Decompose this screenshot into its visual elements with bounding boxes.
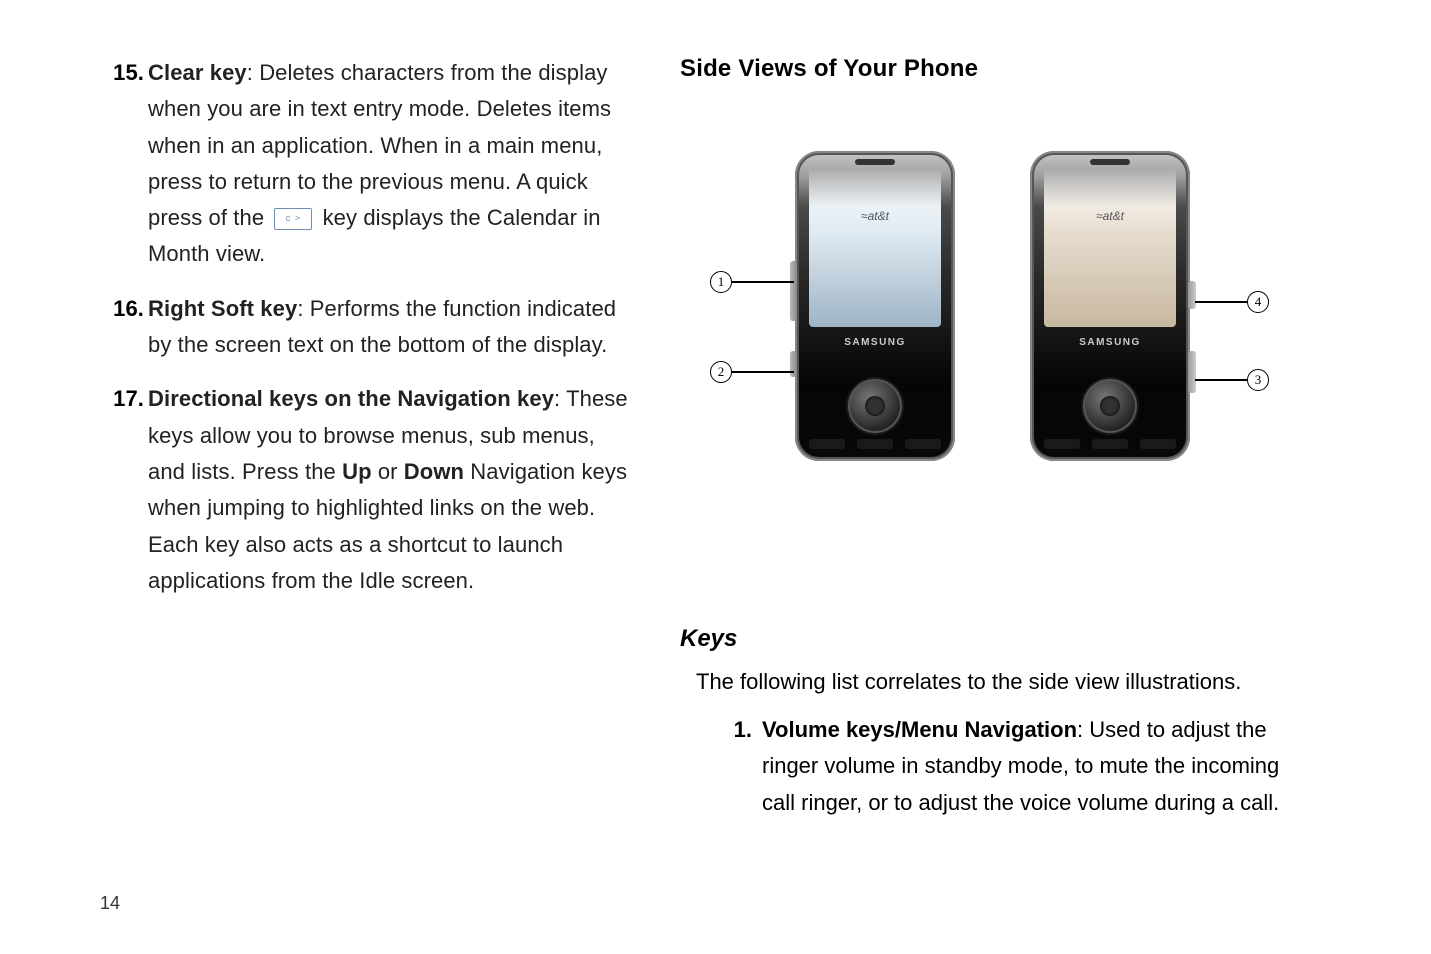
key-row (1044, 439, 1176, 449)
item-title: Right Soft key (148, 296, 297, 321)
list-number: 1. (712, 712, 762, 821)
callout-1: 1 (710, 271, 794, 293)
list-body: Right Soft key: Performs the function in… (148, 291, 630, 364)
right-column: Side Views of Your Phone at&t SAMSUNG at… (680, 55, 1310, 821)
item-title: Directional keys on the Navigation key (148, 386, 554, 411)
callout-4: 4 (1195, 291, 1269, 313)
keys-item-1: 1. Volume keys/Menu Navigation: Used to … (712, 712, 1310, 821)
sub-heading-keys: Keys (680, 625, 1310, 653)
section-heading: Side Views of Your Phone (680, 55, 1310, 83)
list-item-16: 16. Right Soft key: Performs the functio… (100, 291, 630, 364)
callout-number: 4 (1247, 291, 1269, 313)
item-bold-a: Up (342, 459, 372, 484)
phone-left: at&t SAMSUNG (795, 151, 955, 461)
left-column: 15. Clear key: Deletes characters from t… (100, 55, 630, 617)
phone-screen: at&t (1044, 169, 1176, 327)
list-number: 16. (100, 291, 148, 364)
page: 15. Clear key: Deletes characters from t… (0, 0, 1431, 954)
callout-number: 3 (1247, 369, 1269, 391)
item-title: Volume keys/Menu Navigation (762, 717, 1077, 742)
key-row (809, 439, 941, 449)
nav-wheel-icon (1083, 379, 1137, 433)
list-body: Volume keys/Menu Navigation: Used to adj… (762, 712, 1310, 821)
item-bold-b: Down (404, 459, 464, 484)
item-text-b: or (372, 459, 404, 484)
intro-text: The following list correlates to the sid… (696, 665, 1310, 698)
list-body: Clear key: Deletes characters from the d… (148, 55, 630, 273)
list-item-15: 15. Clear key: Deletes characters from t… (100, 55, 630, 273)
spacer (680, 551, 1310, 621)
page-number: 14 (100, 893, 120, 914)
callout-number: 2 (710, 361, 732, 383)
nav-wheel-icon (848, 379, 902, 433)
callout-3: 3 (1195, 369, 1269, 391)
clear-key-icon (274, 208, 312, 230)
callout-2: 2 (710, 361, 794, 383)
phone-illustration: at&t SAMSUNG at&t SAMSUNG (710, 111, 1270, 531)
callout-number: 1 (710, 271, 732, 293)
phone-right: at&t SAMSUNG (1030, 151, 1190, 461)
carrier-logo: at&t (1044, 209, 1176, 223)
list-body: Directional keys on the Navigation key: … (148, 381, 630, 599)
phone-screen: at&t (809, 169, 941, 327)
list-number: 17. (100, 381, 148, 599)
list-number: 15. (100, 55, 148, 273)
item-title: Clear key (148, 60, 247, 85)
carrier-logo: at&t (809, 209, 941, 223)
phone-brand: SAMSUNG (795, 337, 955, 348)
phone-brand: SAMSUNG (1030, 337, 1190, 348)
list-item-17: 17. Directional keys on the Navigation k… (100, 381, 630, 599)
